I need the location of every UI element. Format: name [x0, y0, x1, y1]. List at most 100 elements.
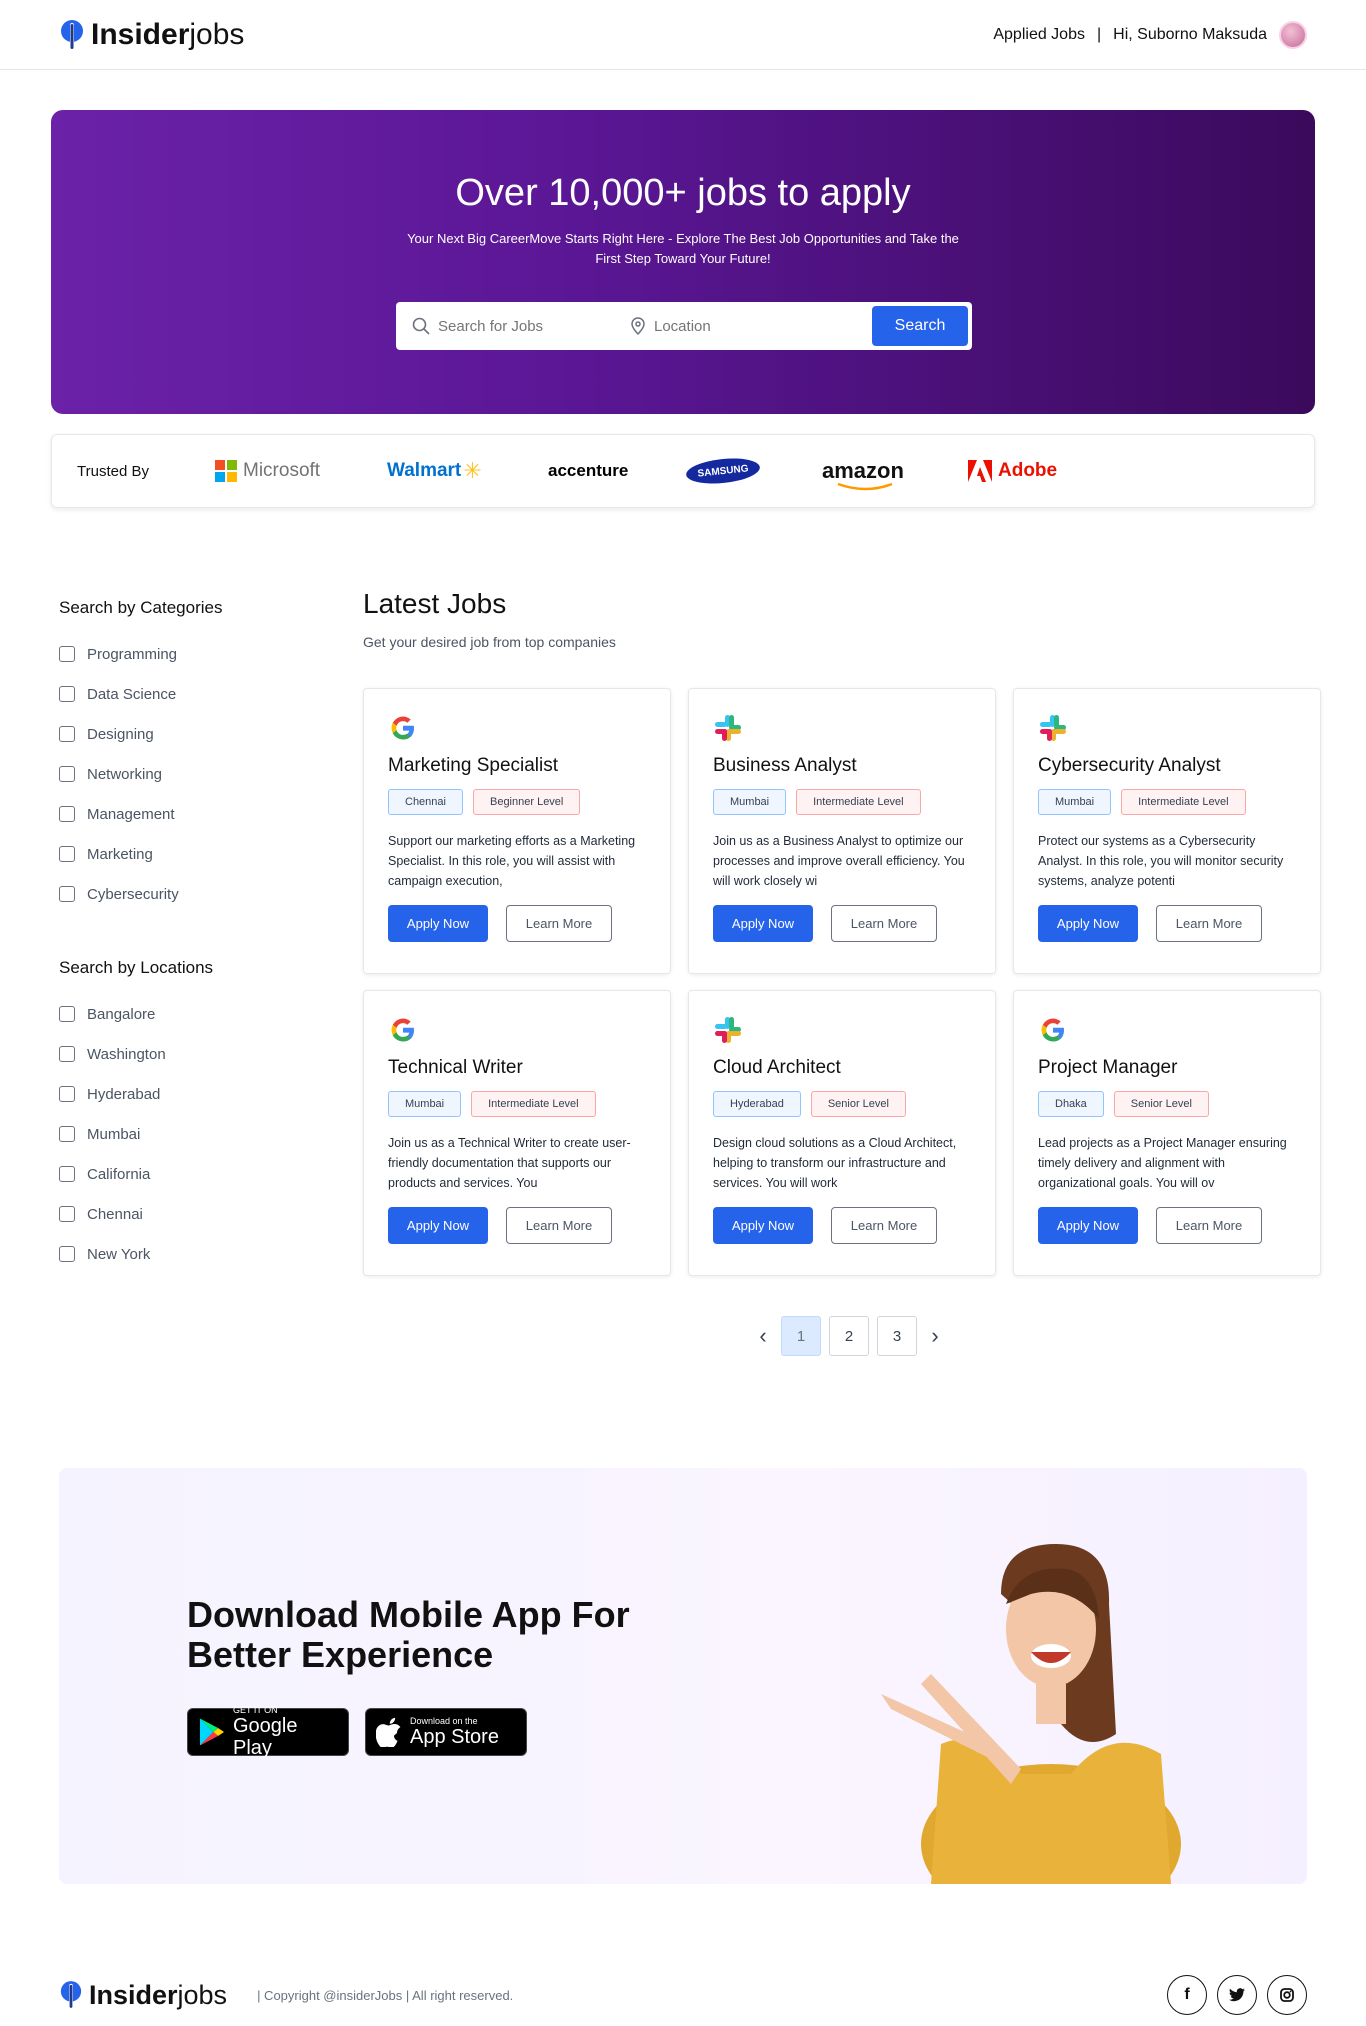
user-greeting: Hi, Suborno Maksuda [1113, 25, 1267, 43]
social-links: f [1167, 1975, 1307, 2015]
learn-more-button[interactable]: Learn More [506, 905, 612, 942]
category-checkbox[interactable] [59, 886, 75, 902]
apply-now-button[interactable]: Apply Now [1038, 1207, 1138, 1244]
search-icon [412, 317, 430, 335]
logo-icon [61, 19, 83, 49]
location-filter-item[interactable]: Washington [59, 1034, 319, 1074]
apply-now-button[interactable]: Apply Now [388, 1207, 488, 1244]
apply-now-button[interactable]: Apply Now [713, 905, 813, 942]
location-checkbox[interactable] [59, 1166, 75, 1182]
category-checkbox[interactable] [59, 686, 75, 702]
learn-more-button[interactable]: Learn More [1156, 905, 1262, 942]
logo-bold-text: Insider [91, 17, 190, 51]
learn-more-button[interactable]: Learn More [831, 1207, 937, 1244]
location-checkbox[interactable] [59, 1086, 75, 1102]
chevron-right-icon[interactable]: › [925, 1316, 945, 1356]
location-filter-item[interactable]: Hyderabad [59, 1074, 319, 1114]
app-store-big-text: App Store [410, 1726, 499, 1748]
location-checkbox[interactable] [59, 1046, 75, 1062]
category-checkbox[interactable] [59, 726, 75, 742]
hero-banner: Over 10,000+ jobs to apply Your Next Big… [51, 110, 1315, 414]
page-button[interactable]: 3 [877, 1316, 917, 1356]
instagram-icon[interactable] [1267, 1975, 1307, 2015]
category-filter-item[interactable]: Cybersecurity [59, 874, 319, 914]
app-store-button[interactable]: Download on the App Store [365, 1708, 527, 1756]
category-checkbox[interactable] [59, 766, 75, 782]
microsoft-logo-text: Microsoft [243, 460, 321, 481]
page-button[interactable]: 2 [829, 1316, 869, 1356]
amazon-logo: amazon [822, 458, 968, 491]
job-search-field [400, 317, 608, 335]
search-button[interactable]: Search [872, 306, 968, 346]
job-title: Business Analyst [713, 755, 857, 776]
footer-logo[interactable]: Insiderjobs [59, 1980, 227, 2011]
app-download-banner: Download Mobile App For Better Experienc… [59, 1468, 1307, 1884]
filters-sidebar: Search by Categories Programming Data Sc… [59, 598, 319, 1274]
job-card: Technical Writer Mumbai Intermediate Leve… [363, 990, 671, 1276]
apple-icon [376, 1717, 401, 1747]
job-search-input[interactable] [438, 317, 608, 335]
learn-more-button[interactable]: Learn More [506, 1207, 612, 1244]
location-checkbox[interactable] [59, 1006, 75, 1022]
location-filter-item[interactable]: Bangalore [59, 994, 319, 1034]
job-description: Design cloud solutions as a Cloud Archit… [713, 1136, 957, 1190]
category-filter-item[interactable]: Networking [59, 754, 319, 794]
walmart-logo: Walmart ✳ [387, 458, 548, 484]
page-button-current[interactable]: 1 [781, 1316, 821, 1356]
job-title: Project Manager [1038, 1057, 1178, 1078]
job-title: Cloud Architect [713, 1057, 841, 1078]
location-filter-item[interactable]: New York [59, 1234, 319, 1274]
location-tag: Mumbai [1038, 789, 1112, 815]
category-label: Programming [87, 645, 178, 663]
logo-icon [60, 1981, 82, 2008]
location-filter-item[interactable]: California [59, 1154, 319, 1194]
google-play-button[interactable]: GET IT ON Google Play [187, 1705, 349, 1759]
job-title: Cybersecurity Analyst [1038, 755, 1221, 776]
site-logo[interactable]: Insiderjobs [59, 18, 244, 52]
chevron-left-icon[interactable]: ‹ [753, 1316, 773, 1356]
page-footer: Insiderjobs | Copyright @insiderJobs | A… [59, 1970, 1307, 2020]
google-play-small-text: GET IT ON [232, 1705, 278, 1715]
latest-jobs-title: Latest Jobs [363, 588, 507, 619]
category-filter-item[interactable]: Marketing [59, 834, 319, 874]
location-input[interactable] [654, 317, 824, 335]
adobe-logo-text: Adobe [998, 460, 1058, 481]
learn-more-button[interactable]: Learn More [1156, 1207, 1262, 1244]
level-tag: Senior Level [810, 1091, 906, 1117]
level-tag: Senior Level [1113, 1091, 1209, 1117]
nav-separator: | [1096, 25, 1102, 43]
apply-now-button[interactable]: Apply Now [713, 1207, 813, 1244]
apply-now-button[interactable]: Apply Now [388, 905, 488, 942]
category-checkbox[interactable] [59, 846, 75, 862]
location-checkbox[interactable] [59, 1246, 75, 1262]
facebook-icon[interactable]: f [1167, 1975, 1207, 2015]
category-filter-item[interactable]: Data Science [59, 674, 319, 714]
walmart-spark-icon: ✳ [463, 458, 482, 483]
google-play-big-text: Google Play [232, 1715, 298, 1759]
category-checkbox[interactable] [59, 646, 75, 662]
job-title: Marketing Specialist [388, 755, 559, 776]
job-description: Join us as a Technical Writer to create … [388, 1136, 631, 1190]
job-card: Cybersecurity Analyst Mumbai Intermediate… [1013, 688, 1321, 974]
location-checkbox[interactable] [59, 1126, 75, 1142]
location-label: Mumbai [87, 1125, 141, 1143]
category-checkbox[interactable] [59, 806, 75, 822]
user-avatar[interactable] [1279, 20, 1307, 49]
learn-more-button[interactable]: Learn More [831, 905, 937, 942]
location-checkbox[interactable] [59, 1206, 75, 1222]
location-pin-icon [631, 317, 645, 335]
location-filter-item[interactable]: Mumbai [59, 1114, 319, 1154]
applied-jobs-link[interactable]: Applied Jobs [993, 26, 1085, 44]
category-filter-item[interactable]: Programming [59, 634, 319, 674]
apply-now-button[interactable]: Apply Now [1038, 905, 1138, 942]
location-filter-item[interactable]: Chennai [59, 1194, 319, 1234]
adobe-logo: Adobe [968, 460, 1057, 482]
twitter-icon[interactable] [1217, 1975, 1257, 2015]
job-title: Technical Writer [388, 1057, 523, 1078]
job-description: Lead projects as a Project Manager ensur… [1038, 1136, 1287, 1190]
category-filter-item[interactable]: Management [59, 794, 319, 834]
category-filter-item[interactable]: Designing [59, 714, 319, 754]
location-label: Washington [87, 1045, 166, 1063]
category-label: Data Science [87, 685, 177, 703]
app-download-title: Download Mobile App For Better Experienc… [187, 1594, 630, 1675]
